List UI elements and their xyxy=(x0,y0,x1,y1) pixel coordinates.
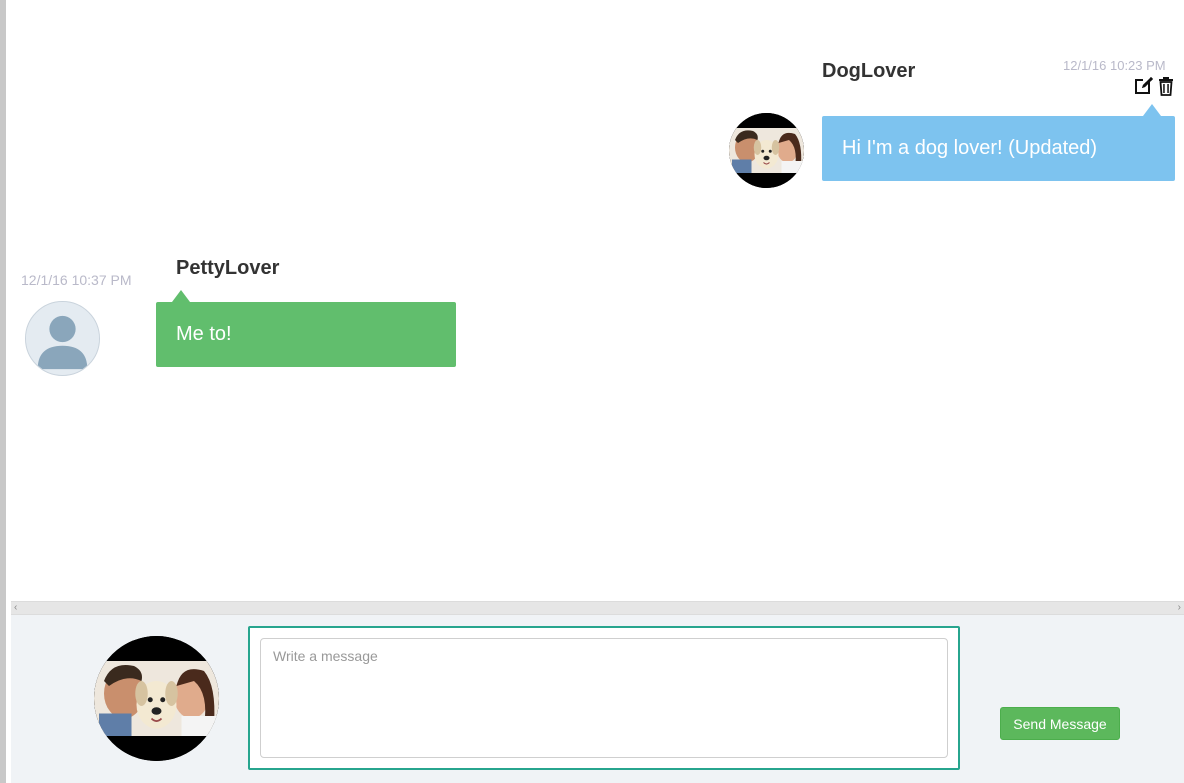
message-composer: Send Message xyxy=(11,615,1184,783)
scroll-right-icon[interactable]: › xyxy=(1178,602,1181,614)
couple-with-dog-photo xyxy=(94,636,219,761)
message-text: Hi I'm a dog lover! (Updated) xyxy=(842,137,1098,159)
message-text: Me to! xyxy=(176,323,232,345)
avatar xyxy=(729,113,804,188)
message-timestamp: 12/1/16 10:23 PM xyxy=(1063,58,1166,73)
scroll-left-icon[interactable]: ‹ xyxy=(14,602,17,614)
message-timestamp: 12/1/16 10:37 PM xyxy=(21,272,132,288)
avatar xyxy=(25,301,100,376)
default-user-icon xyxy=(26,302,99,375)
current-user-avatar xyxy=(94,636,219,761)
message-username: PettyLover xyxy=(176,257,280,279)
couple-with-dog-photo xyxy=(729,113,804,188)
send-message-button[interactable]: Send Message xyxy=(1000,707,1120,740)
message-input-container xyxy=(248,626,960,770)
horizontal-scrollbar[interactable]: ‹ › xyxy=(11,601,1184,615)
edit-icon[interactable] xyxy=(1134,76,1154,96)
message-actions xyxy=(1134,76,1176,98)
trash-icon[interactable] xyxy=(1156,76,1176,96)
message-bubble: Me to! xyxy=(156,290,456,367)
message-input[interactable] xyxy=(260,638,948,758)
message-bubble: Hi I'm a dog lover! (Updated) xyxy=(822,104,1175,181)
message-username: DogLover xyxy=(822,60,916,82)
